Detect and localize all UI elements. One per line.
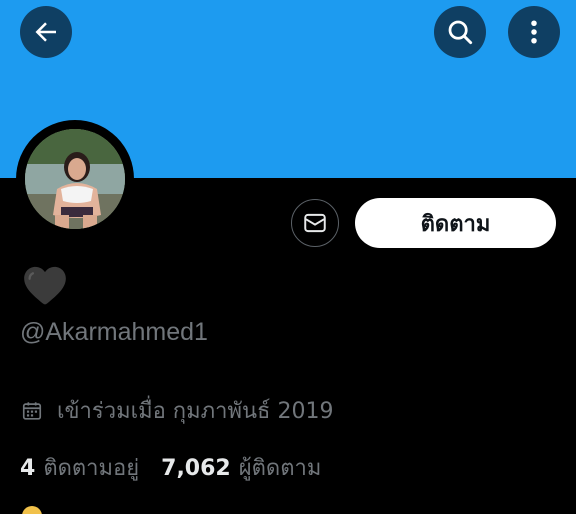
followers-count: 7,062 [161, 456, 231, 481]
following-count: 4 [20, 456, 36, 481]
search-icon [448, 20, 473, 45]
more-options-button[interactable] [508, 6, 560, 58]
black-heart-icon [24, 266, 66, 305]
joined-date-row: เข้าร่วมเมื่อ กุมภาพันธ์ 2019 [21, 393, 333, 428]
profile-page: ติดตาม @Akarmahmed1 เข้าร่วมเมื่อ กุมภาพ… [0, 0, 576, 514]
display-name [20, 260, 70, 310]
followers-label: ผู้ติดตาม [238, 456, 322, 481]
envelope-icon [304, 213, 326, 233]
avatar[interactable] [25, 129, 125, 229]
more-vertical-icon [531, 20, 537, 44]
arrow-left-icon [35, 22, 56, 42]
joined-date-text: เข้าร่วมเมื่อ กุมภาพันธ์ 2019 [57, 399, 334, 424]
message-button[interactable] [291, 199, 339, 247]
following-label: ติดตามอยู่ [43, 456, 140, 481]
followers-stat[interactable]: 7,062 ผู้ติดตาม [161, 450, 321, 485]
following-stat[interactable]: 4 ติดตามอยู่ [20, 450, 139, 485]
search-button[interactable] [434, 6, 486, 58]
follow-button[interactable]: ติดตาม [355, 198, 556, 248]
back-button[interactable] [20, 6, 72, 58]
calendar-icon [22, 401, 42, 420]
profile-handle: @Akarmahmed1 [20, 318, 208, 346]
partial-emoji-icon [22, 506, 42, 514]
avatar-frame[interactable] [16, 120, 134, 238]
avatar-photo [25, 129, 125, 229]
follow-stats: 4 ติดตามอยู่ 7,062 ผู้ติดตาม [20, 450, 321, 485]
